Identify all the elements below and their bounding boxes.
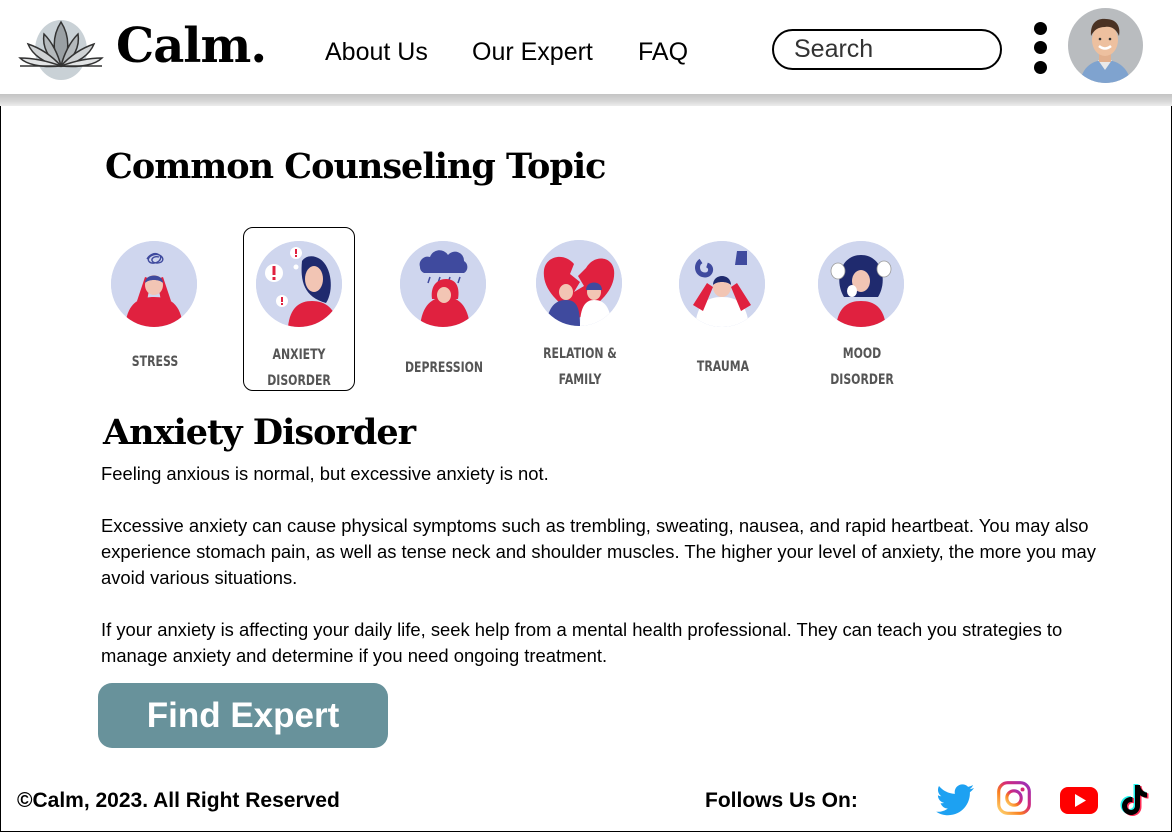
brand-name[interactable]: Calm. (116, 18, 267, 74)
topic-label: STRESS (131, 354, 179, 370)
topic-label: RELATION & FAMILY (543, 346, 617, 388)
topic-trauma[interactable]: TRAUMA (667, 227, 779, 391)
topic-depression[interactable]: DEPRESSION (388, 227, 500, 391)
instagram-icon[interactable] (994, 780, 1034, 816)
trauma-illustration-icon (679, 241, 765, 327)
topic-mood-disorder[interactable]: MOOD DISORDER (806, 227, 918, 391)
topic-stress[interactable]: STRESS (99, 227, 211, 391)
stress-illustration-icon (111, 241, 197, 327)
user-avatar[interactable] (1068, 8, 1143, 83)
lotus-logo-icon[interactable] (18, 16, 104, 80)
nav-our-expert[interactable]: Our Expert (472, 38, 593, 67)
tiktok-icon[interactable] (1116, 782, 1150, 818)
topic-label: MOOD DISORDER (830, 346, 894, 388)
nav-about-us[interactable]: About Us (325, 38, 428, 67)
topic-label: ANXIETY DISORDER (267, 347, 331, 389)
topic-label: DEPRESSION (404, 360, 484, 376)
intro-paragraph: Feeling anxious is normal, but excessive… (101, 463, 549, 484)
content-title: Anxiety Disorder (103, 412, 416, 453)
more-menu-icon[interactable] (1028, 20, 1054, 76)
twitter-icon[interactable] (936, 782, 976, 818)
copyright-text: ©Calm, 2023. All Right Reserved (17, 789, 340, 812)
nav-faq[interactable]: FAQ (638, 38, 688, 67)
header: Calm. About Us Our Expert FAQ (0, 0, 1172, 94)
topic-relation-family[interactable]: RELATION & FAMILY (524, 227, 636, 391)
search-input[interactable] (772, 29, 1002, 70)
find-expert-button[interactable]: Find Expert (98, 683, 388, 748)
follow-us-label: Follows Us On: (705, 789, 858, 812)
header-divider (0, 94, 1172, 106)
mood-disorder-illustration-icon (818, 241, 904, 327)
topic-label: TRAUMA (696, 359, 750, 375)
depression-illustration-icon (400, 241, 486, 327)
relation-family-illustration-icon (536, 240, 622, 326)
youtube-icon[interactable] (1059, 782, 1099, 818)
help-paragraph: If your anxiety is affecting your daily … (101, 619, 1063, 666)
section-title: Common Counseling Topic (105, 146, 606, 187)
topic-anxiety-disorder[interactable]: ANXIETY DISORDER (243, 227, 355, 391)
anxiety-illustration-icon (256, 241, 342, 327)
symptoms-paragraph: Excessive anxiety can cause physical sym… (101, 515, 1096, 588)
